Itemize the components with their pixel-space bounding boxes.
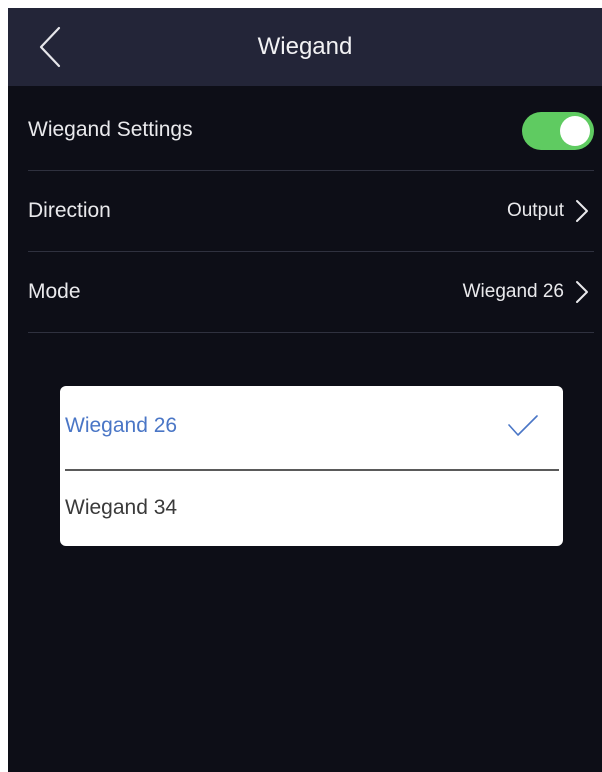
mode-option-label: Wiegand 26: [65, 414, 178, 437]
chevron-right-icon: [576, 281, 588, 303]
header-bar: Wiegand: [8, 8, 602, 86]
direction-value: Output: [506, 200, 564, 221]
mode-option-wiegand-26[interactable]: Wiegand 26: [60, 386, 563, 466]
mode-row[interactable]: Mode Wiegand 26: [28, 252, 594, 333]
mode-value: Wiegand 26: [462, 281, 564, 302]
toggle-knob: [560, 116, 590, 146]
chevron-right-icon: [576, 200, 588, 222]
mode-option-label: Wiegand 34: [65, 496, 178, 519]
mode-label: Mode: [28, 280, 81, 303]
direction-label: Direction: [28, 199, 111, 222]
mode-option-wiegand-34[interactable]: Wiegand 34: [60, 470, 563, 546]
wiegand-settings-toggle[interactable]: [522, 112, 594, 150]
wiegand-settings-label: Wiegand Settings: [28, 118, 193, 141]
wiegand-screen: Wiegand Wiegand Settings Direction Outpu…: [8, 8, 602, 772]
check-icon: [508, 415, 538, 436]
mode-picker-dialog: Wiegand 26 Wiegand 34: [60, 386, 563, 546]
direction-row[interactable]: Direction Output: [28, 171, 594, 252]
page-title: Wiegand: [257, 33, 353, 60]
wiegand-settings-row: Wiegand Settings: [28, 90, 594, 171]
